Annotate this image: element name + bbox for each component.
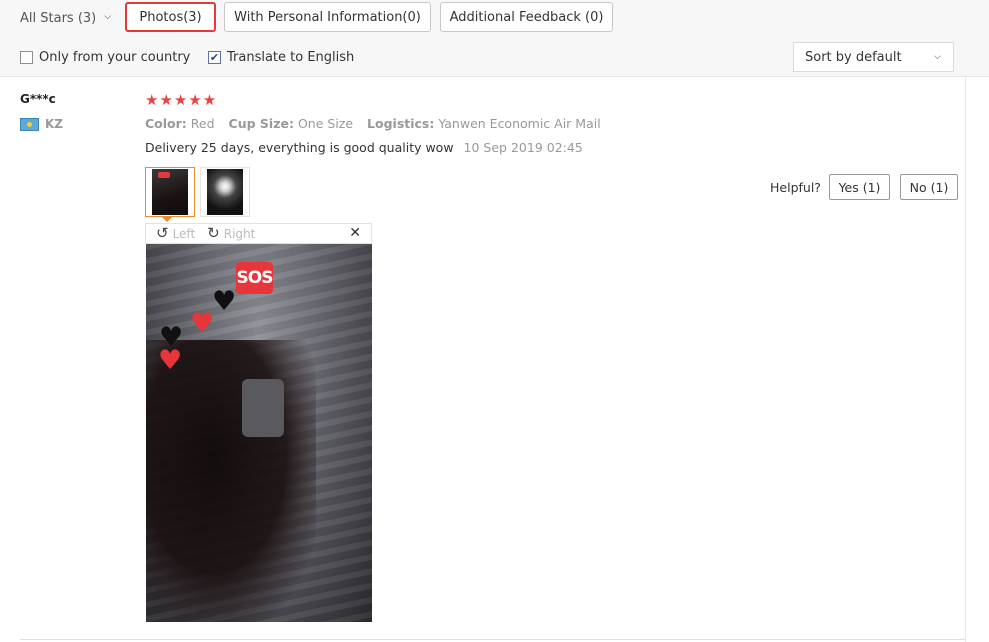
reviewer-name: G***c [20,92,56,106]
rotate-right-button[interactable]: ↻ Right [207,226,255,241]
photo-thumbnail-1[interactable] [145,167,195,217]
property-cup-size: Cup Size: One Size [229,116,354,131]
stars-filter-dropdown[interactable]: All Stars (3) ⌵ [20,9,111,27]
photo-phone [242,379,284,437]
property-key: Logistics: [367,116,435,131]
review-divider [20,639,965,640]
red-heart-icon: ♥ [158,345,183,376]
helpful-no-button[interactable]: No (1) [900,174,958,200]
divider [965,77,966,642]
helpful-label: Helpful? [770,180,821,195]
rotate-left-label: Left [172,226,196,241]
review-date: 10 Sep 2019 02:45 [463,140,583,155]
close-icon[interactable]: ✕ [349,225,361,241]
red-heart-icon: ♥ [190,308,215,339]
only-from-country-option[interactable]: Only from your country [20,48,190,66]
only-from-country-label: Only from your country [39,49,191,65]
rotate-right-label: Right [223,226,256,241]
only-from-country-checkbox[interactable] [20,50,33,64]
photo-thumbnail-2[interactable] [200,167,250,217]
sort-select[interactable]: Sort by default ⌵ [793,42,954,72]
property-color: Color: Red [145,116,215,131]
translate-to-english-option[interactable]: ✔ Translate to English [208,48,354,66]
tab-additional-feedback[interactable]: Additional Feedback (0) [440,2,613,32]
review-text: Delivery 25 days, everything is good qua… [145,140,454,155]
tab-personal-information[interactable]: With Personal Information(0) [224,2,431,32]
sort-value: Sort by default [805,49,902,65]
property-value: One Size [297,116,354,131]
rotate-left-icon: ↺ [156,224,169,242]
helpful-yes-button[interactable]: Yes (1) [829,174,890,200]
chevron-down-icon: ⌵ [934,52,941,62]
kazakhstan-flag-icon [20,117,39,131]
property-logistics: Logistics: Yanwen Economic Air Mail [367,116,601,131]
sos-sticker: SOS [236,262,273,294]
tab-photos[interactable]: Photos(3) [125,2,216,32]
selected-thumbnail-caret [161,216,173,222]
review-photo-large: SOS ♥ ♥ ♥ ♥ [146,244,372,622]
property-value: Red [190,116,215,131]
photo-viewer-toolbar: ↺ Left ↻ Right ✕ [145,223,372,244]
chevron-down-icon: ⌵ [104,12,112,22]
translate-to-english-checkbox[interactable]: ✔ [208,50,221,64]
stars-filter-label: All Stars (3) [20,10,97,26]
reviewer-country: KZ [20,117,63,131]
photo-thumbnail-image [207,169,243,215]
photo-thumbnail-image [152,169,188,215]
review-text-row: Delivery 25 days, everything is good qua… [145,140,583,155]
photo-silhouette [146,340,316,622]
property-key: Color: [145,116,187,131]
property-key: Cup Size: [228,116,294,131]
rotate-left-button[interactable]: ↺ Left [156,226,195,241]
order-properties: Color: Red Cup Size: One Size Logistics:… [145,116,601,131]
translate-to-english-label: Translate to English [227,49,355,65]
black-heart-icon: ♥ [212,286,237,317]
rating-stars: ★★★★★ [145,91,218,109]
property-value: Yanwen Economic Air Mail [438,116,601,131]
rotate-right-icon: ↻ [207,224,220,242]
country-code: KZ [45,117,63,131]
filter-bar: All Stars (3) ⌵ Photos(3) With Personal … [0,0,989,77]
